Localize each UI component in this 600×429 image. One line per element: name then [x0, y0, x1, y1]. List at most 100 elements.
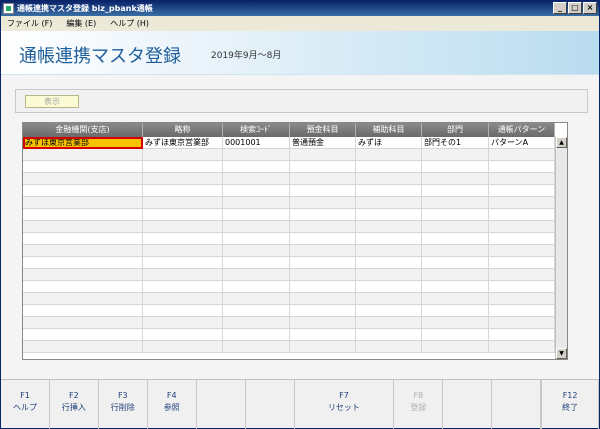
col-search-code-header[interactable]: 検索ｺｰﾄﾞ — [223, 123, 290, 137]
col-search-code-cell[interactable] — [223, 233, 290, 245]
col-search-code-cell[interactable] — [223, 329, 290, 341]
col-bank-branch-cell[interactable] — [23, 161, 143, 173]
menu-help[interactable]: ヘルプ (H) — [110, 16, 149, 31]
col-bank-branch-cell[interactable] — [23, 341, 143, 353]
col-short-name-cell[interactable] — [143, 245, 223, 257]
close-button[interactable]: × — [583, 2, 597, 14]
table-row[interactable] — [23, 197, 555, 209]
col-sub-account-cell[interactable] — [356, 233, 422, 245]
col-search-code-cell[interactable] — [223, 209, 290, 221]
col-short-name-cell[interactable] — [143, 173, 223, 185]
col-search-code-cell[interactable] — [223, 173, 290, 185]
table-row[interactable] — [23, 293, 555, 305]
col-search-code-cell[interactable] — [223, 341, 290, 353]
col-department-cell[interactable] — [422, 197, 489, 209]
col-department-cell[interactable] — [422, 293, 489, 305]
col-sub-account-cell[interactable] — [356, 221, 422, 233]
col-bank-branch-cell[interactable] — [23, 329, 143, 341]
col-bank-branch-cell[interactable] — [23, 197, 143, 209]
col-deposit-account-cell[interactable] — [290, 209, 356, 221]
col-department-cell[interactable] — [422, 173, 489, 185]
col-passbook-pattern-header[interactable]: 通帳パターン — [489, 123, 555, 137]
col-deposit-account-cell[interactable]: 普通預金 — [290, 137, 356, 149]
col-search-code-cell[interactable] — [223, 281, 290, 293]
col-short-name-cell[interactable] — [143, 149, 223, 161]
col-bank-branch-cell[interactable] — [23, 149, 143, 161]
fkey-f1-button[interactable]: F1 ヘルプ — [1, 380, 50, 429]
col-sub-account-cell[interactable] — [356, 173, 422, 185]
vertical-scrollbar[interactable]: ▲ ▼ — [555, 137, 567, 359]
col-short-name-cell[interactable] — [143, 197, 223, 209]
col-short-name-cell[interactable]: みずほ東京営業部 — [143, 137, 223, 149]
col-sub-account-header[interactable]: 補助科目 — [356, 123, 422, 137]
table-row[interactable] — [23, 329, 555, 341]
col-passbook-pattern-cell[interactable] — [489, 173, 555, 185]
col-passbook-pattern-cell[interactable] — [489, 245, 555, 257]
col-bank-branch-header[interactable]: 金融機関(支店) — [23, 123, 143, 137]
minimize-button[interactable]: _ — [553, 2, 567, 14]
table-row[interactable]: みずほ東京営業部 みずほ東京営業部 0001001 普通預金 みずほ 部門その1 パターンA — [23, 137, 555, 149]
col-search-code-cell[interactable] — [223, 293, 290, 305]
col-deposit-account-cell[interactable] — [290, 149, 356, 161]
col-search-code-cell[interactable] — [223, 245, 290, 257]
table-row[interactable] — [23, 185, 555, 197]
col-sub-account-cell[interactable] — [356, 161, 422, 173]
col-bank-branch-cell[interactable] — [23, 221, 143, 233]
col-department-cell[interactable]: 部門その1 — [422, 137, 489, 149]
col-department-cell[interactable] — [422, 305, 489, 317]
maximize-button[interactable]: □ — [568, 2, 582, 14]
col-sub-account-cell[interactable] — [356, 305, 422, 317]
col-department-cell[interactable] — [422, 281, 489, 293]
col-department-cell[interactable] — [422, 221, 489, 233]
col-search-code-cell[interactable] — [223, 149, 290, 161]
fkey-f2-button[interactable]: F2 行挿入 — [50, 380, 99, 429]
col-deposit-account-cell[interactable] — [290, 233, 356, 245]
col-search-code-cell[interactable] — [223, 269, 290, 281]
col-search-code-cell[interactable] — [223, 161, 290, 173]
col-short-name-cell[interactable] — [143, 341, 223, 353]
col-passbook-pattern-cell[interactable] — [489, 185, 555, 197]
col-passbook-pattern-cell[interactable] — [489, 161, 555, 173]
col-department-cell[interactable] — [422, 149, 489, 161]
show-button[interactable]: 表示 — [25, 95, 79, 108]
col-short-name-cell[interactable] — [143, 185, 223, 197]
fkey-f12-button[interactable]: F12 終了 — [542, 380, 600, 429]
table-row[interactable] — [23, 317, 555, 329]
col-bank-branch-cell[interactable] — [23, 185, 143, 197]
col-bank-branch-cell[interactable] — [23, 269, 143, 281]
col-passbook-pattern-cell[interactable] — [489, 293, 555, 305]
col-sub-account-cell[interactable] — [356, 317, 422, 329]
fkey-f3-button[interactable]: F3 行削除 — [99, 380, 148, 429]
col-passbook-pattern-cell[interactable] — [489, 257, 555, 269]
col-department-cell[interactable] — [422, 233, 489, 245]
col-passbook-pattern-cell[interactable] — [489, 233, 555, 245]
col-deposit-account-cell[interactable] — [290, 329, 356, 341]
col-deposit-account-cell[interactable] — [290, 293, 356, 305]
col-short-name-cell[interactable] — [143, 281, 223, 293]
col-department-cell[interactable] — [422, 209, 489, 221]
col-deposit-account-cell[interactable] — [290, 317, 356, 329]
col-short-name-cell[interactable] — [143, 161, 223, 173]
col-department-header[interactable]: 部門 — [422, 123, 489, 137]
col-bank-branch-cell[interactable] — [23, 245, 143, 257]
col-short-name-cell[interactable] — [143, 305, 223, 317]
col-search-code-cell[interactable] — [223, 197, 290, 209]
menu-file[interactable]: ファイル (F) — [7, 16, 52, 31]
col-bank-branch-cell[interactable] — [23, 173, 143, 185]
col-bank-branch-cell[interactable] — [23, 305, 143, 317]
col-deposit-account-header[interactable]: 預金科目 — [290, 123, 356, 137]
col-passbook-pattern-cell[interactable] — [489, 281, 555, 293]
col-short-name-cell[interactable] — [143, 293, 223, 305]
col-short-name-cell[interactable] — [143, 233, 223, 245]
col-deposit-account-cell[interactable] — [290, 281, 356, 293]
col-passbook-pattern-cell[interactable] — [489, 329, 555, 341]
col-short-name-cell[interactable] — [143, 329, 223, 341]
col-deposit-account-cell[interactable] — [290, 197, 356, 209]
col-deposit-account-cell[interactable] — [290, 161, 356, 173]
col-sub-account-cell[interactable] — [356, 245, 422, 257]
col-passbook-pattern-cell[interactable] — [489, 305, 555, 317]
col-deposit-account-cell[interactable] — [290, 305, 356, 317]
col-search-code-cell[interactable]: 0001001 — [223, 137, 290, 149]
col-bank-branch-cell[interactable] — [23, 257, 143, 269]
col-department-cell[interactable] — [422, 341, 489, 353]
